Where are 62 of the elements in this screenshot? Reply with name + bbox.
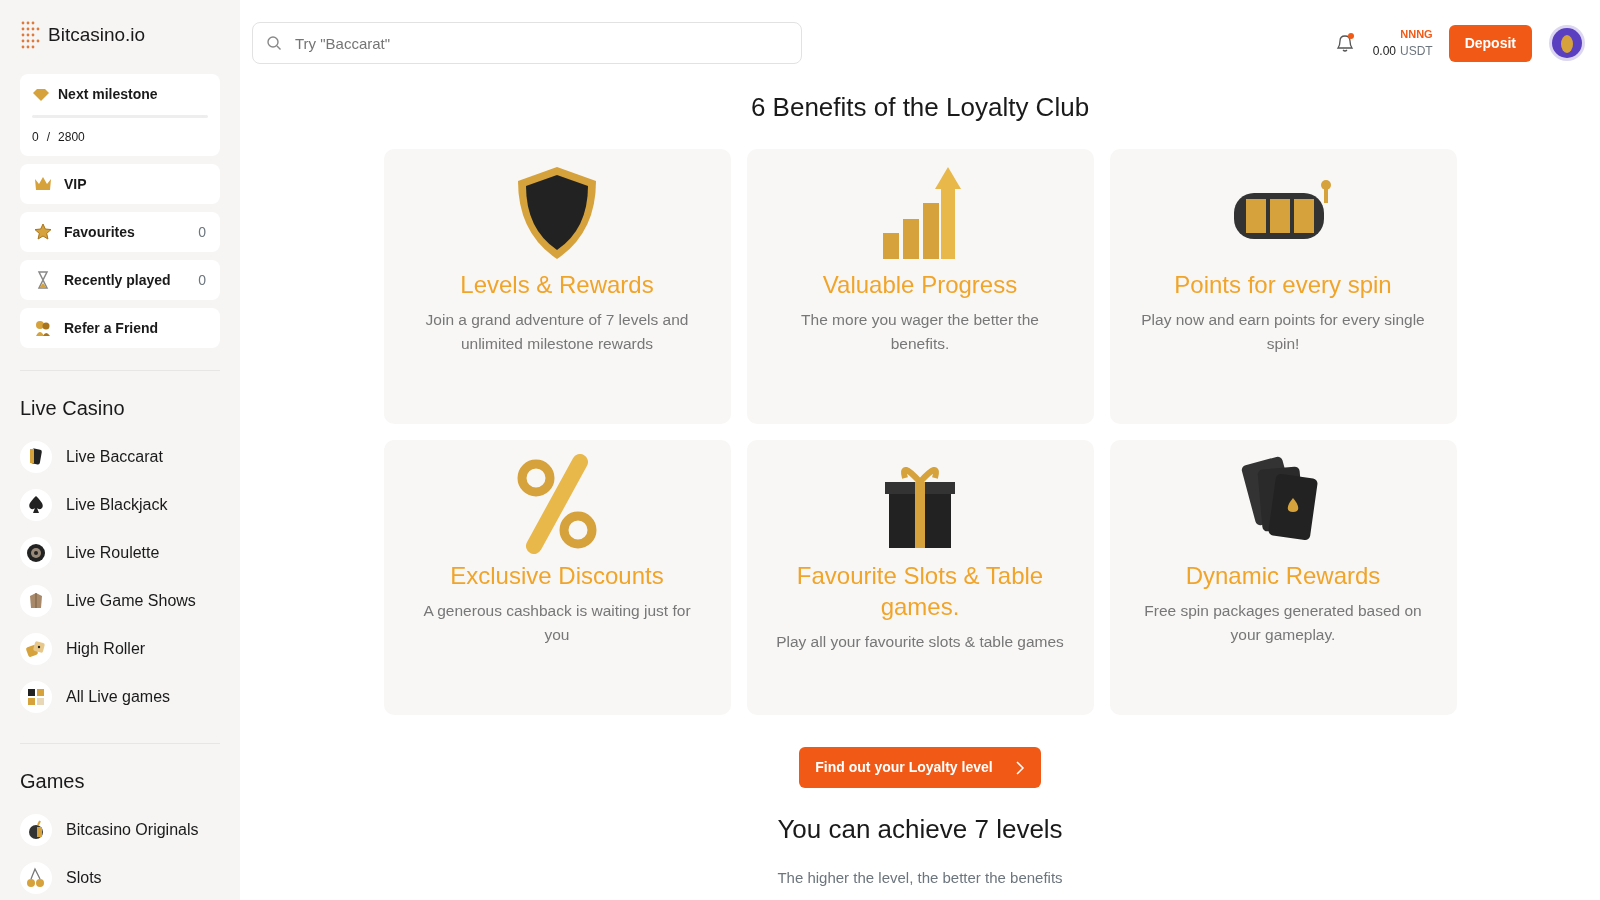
milestone-current: 0 bbox=[32, 129, 39, 146]
balance-amount: 0.00 bbox=[1372, 43, 1396, 61]
sidebar-link[interactable]: Refer a Friend bbox=[20, 308, 220, 348]
logo-icon bbox=[20, 20, 40, 50]
item-label: Live Blackjack bbox=[66, 495, 168, 515]
benefit-title: Dynamic Rewards bbox=[1184, 561, 1382, 591]
benefit-text: Play all your favourite slots & table games bbox=[775, 632, 1065, 653]
cherries-icon bbox=[25, 867, 47, 889]
item-label: Slots bbox=[66, 868, 102, 888]
sidebar-item[interactable]: Bitcasino Originals bbox=[20, 806, 220, 854]
benefit-title: Valuable Progress bbox=[821, 270, 1019, 300]
milestone-separator: / bbox=[46, 129, 51, 146]
sidebar-link[interactable]: VIP bbox=[20, 164, 220, 204]
grid-icon bbox=[25, 686, 47, 708]
section-heading: Live Casino bbox=[20, 396, 126, 421]
benefit-title: Favourite Slots & Table games. bbox=[795, 561, 1045, 623]
sidebar-item[interactable]: Live Game Shows bbox=[20, 577, 220, 625]
benefit-title: Points for every spin bbox=[1173, 270, 1393, 300]
crown-icon bbox=[34, 175, 52, 193]
chevron-right-icon bbox=[1014, 759, 1025, 776]
star-icon bbox=[34, 223, 52, 241]
benefit-text: Play now and earn points for every single spin! bbox=[1140, 310, 1426, 355]
milestone-target: 2800 bbox=[58, 129, 85, 146]
section-heading: Games bbox=[20, 769, 86, 794]
section-subtitle: The higher the level, the better the benefits bbox=[776, 868, 1064, 888]
benefit-text: A generous cashback is waiting just for you bbox=[422, 601, 692, 646]
benefit-text: Free spin packages generated based on your gameplay. bbox=[1143, 601, 1423, 646]
avatar-icon bbox=[1548, 24, 1586, 62]
benefit-text: Join a grand adventure of 7 levels and unlimited milestone rewards bbox=[424, 310, 690, 355]
search-field[interactable]: Try "Baccarat" bbox=[252, 22, 802, 64]
benefit-text: The more you wager the better the benefits. bbox=[800, 310, 1040, 355]
link-label: Recently played bbox=[64, 270, 172, 290]
sidebar-item[interactable]: Slots bbox=[20, 854, 220, 900]
sidebar-item[interactable]: Live Baccarat bbox=[20, 433, 220, 481]
sidebar-item[interactable]: All Live games bbox=[20, 673, 220, 721]
link-label: VIP bbox=[64, 174, 88, 194]
link-label: Favourites bbox=[64, 222, 136, 242]
brand-name[interactable]: Bitcasino.io bbox=[48, 20, 146, 50]
sidebar-item[interactable]: High Roller bbox=[20, 625, 220, 673]
benefit-title: Levels & Rewards bbox=[459, 270, 655, 300]
sidebar-item[interactable]: Live Roulette bbox=[20, 529, 220, 577]
item-label: Bitcasino Originals bbox=[66, 820, 199, 840]
benefit-title: Exclusive Discounts bbox=[449, 561, 665, 591]
item-label: All Live games bbox=[66, 687, 171, 707]
item-label: Live Baccarat bbox=[66, 447, 163, 467]
item-label: Live Game Shows bbox=[66, 591, 196, 611]
section-title: You can achieve 7 levels bbox=[776, 813, 1064, 846]
item-label: High Roller bbox=[66, 639, 146, 659]
currency-label: USDT bbox=[1400, 43, 1433, 61]
username: NNNG bbox=[1399, 26, 1433, 42]
dice-icon bbox=[25, 638, 47, 660]
link-label: Refer a Friend bbox=[64, 318, 160, 338]
item-label: Live Roulette bbox=[66, 543, 160, 563]
link-count: 0 bbox=[198, 222, 206, 242]
roulette-icon bbox=[25, 542, 47, 564]
link-count: 0 bbox=[198, 270, 206, 290]
sidebar-link[interactable]: Favourites 0 bbox=[20, 212, 220, 252]
sidebar-link[interactable]: Recently played 0 bbox=[20, 260, 220, 300]
diamond-icon bbox=[32, 88, 50, 101]
milestone-title: Next milestone bbox=[58, 85, 158, 104]
sidebar-item[interactable]: Live Blackjack bbox=[20, 481, 220, 529]
section-title: 6 Benefits of the Loyalty Club bbox=[749, 91, 1091, 124]
